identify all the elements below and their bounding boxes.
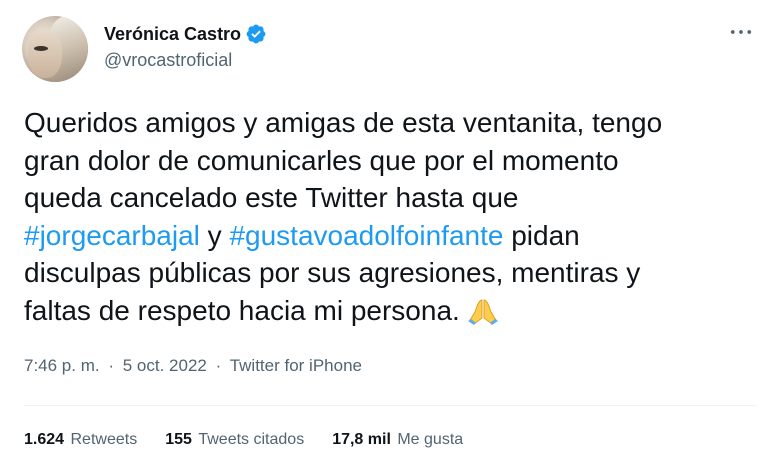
quote-tweets-stat[interactable]: 155 Tweets citados xyxy=(165,431,304,449)
tweet-stats: 1.624 Retweets 155 Tweets citados 17,8 m… xyxy=(24,431,491,449)
tweet-date[interactable]: 5 oct. 2022 xyxy=(123,356,207,375)
tweet-line-6-text: faltas de respeto hacia mi persona. xyxy=(24,294,460,326)
tweet-line-6: faltas de respeto hacia mi persona. xyxy=(24,292,754,330)
tweet-line-4: #jorgecarbajal y #gustavoadolfoinfante p… xyxy=(24,217,754,255)
likes-count: 17,8 mil xyxy=(332,431,391,448)
author-handle[interactable]: @vrocastroficial xyxy=(104,50,232,71)
tweet-line-2: gran dolor de comunicarles que por el mo… xyxy=(24,144,619,176)
quote-tweets-label: Tweets citados xyxy=(198,431,305,448)
divider xyxy=(24,405,756,406)
meta-separator: · xyxy=(215,356,222,375)
hashtag-link-jorgecarbajal[interactable]: #jorgecarbajal xyxy=(24,220,200,251)
tweet-card: Verónica Castro @vrocastroficial Querido… xyxy=(0,0,768,470)
retweets-count: 1.624 xyxy=(24,431,65,448)
tweet-connector: y xyxy=(199,219,230,251)
tweet-line-1: Queridos amigos y amigas de esta ventani… xyxy=(24,107,663,138)
more-options-button[interactable] xyxy=(726,20,756,44)
tweet-time[interactable]: 7:46 p. m. xyxy=(24,356,100,375)
tweet-meta: 7:46 p. m. · 5 oct. 2022 · Twitter for i… xyxy=(24,356,362,376)
author-name-row[interactable]: Verónica Castro xyxy=(104,22,267,46)
tweet-text: Queridos amigos y amigas de esta ventani… xyxy=(24,104,754,329)
tweet-source-link[interactable]: Twitter for iPhone xyxy=(230,356,362,375)
meta-separator: · xyxy=(108,356,115,375)
retweets-stat[interactable]: 1.624 Retweets xyxy=(24,431,137,449)
avatar[interactable] xyxy=(22,16,88,82)
likes-stat[interactable]: 17,8 mil Me gusta xyxy=(332,431,463,449)
quote-tweets-count: 155 xyxy=(165,431,192,448)
tweet-line-3: queda cancelado este Twitter hasta que xyxy=(24,182,519,213)
author-display-name[interactable]: Verónica Castro xyxy=(104,24,241,45)
verified-badge-icon xyxy=(245,23,267,45)
tweet-line-4-tail: pidan xyxy=(503,219,580,251)
retweets-label: Retweets xyxy=(70,431,138,448)
avatar-face xyxy=(28,30,62,78)
hashtag-link-gustavoadolfoinfante[interactable]: #gustavoadolfoinfante xyxy=(229,220,503,251)
avatar-eye xyxy=(34,46,48,51)
likes-label: Me gusta xyxy=(397,431,464,448)
tweet-line-5: disculpas públicas por sus agresiones, m… xyxy=(24,257,641,288)
folded-hands-emoji-icon xyxy=(464,296,502,326)
more-horizontal-icon xyxy=(730,30,752,34)
